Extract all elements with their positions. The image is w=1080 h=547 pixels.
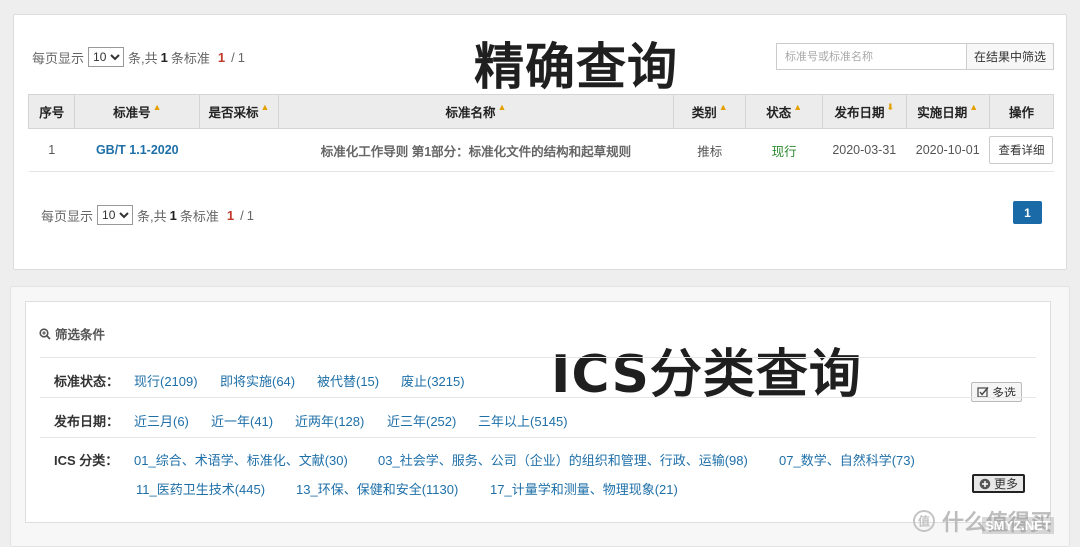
filter-option-status[interactable]: 废止(3215) — [401, 371, 465, 390]
pager-pages: 1 — [237, 49, 245, 65]
filter-heading: 筛选条件 — [39, 324, 105, 343]
col-header-state[interactable]: 状态 ▲ — [745, 94, 824, 129]
exact-query-title: 精确查询 — [474, 38, 678, 96]
pager-top: 每页显示 10 条,共 1 条标准 1 / 1 — [32, 47, 245, 67]
pager-total: 1 — [169, 207, 177, 223]
filter-option-ics[interactable]: 07_数学、自然科学(73) — [779, 450, 915, 469]
watermark-logo-icon: 值 — [913, 510, 935, 532]
filter-option-publish-date[interactable]: 近三月(6) — [134, 411, 189, 430]
cell-std-no-link[interactable]: GB/T 1.1-2020 — [74, 128, 200, 172]
filter-label-publish-date: 发布日期： — [54, 414, 120, 429]
filter-heading-label: 筛选条件 — [55, 328, 106, 342]
pager-total: 1 — [160, 49, 168, 65]
more-button[interactable]: 更多 — [972, 474, 1026, 493]
view-detail-button[interactable]: 查看详细 — [989, 136, 1054, 164]
pager-current: 1 — [226, 207, 235, 223]
filter-option-status[interactable]: 即将实施(64) — [220, 371, 295, 390]
watermark: 值 什么值得买 SMYZ.NET — [912, 505, 1054, 537]
filter-option-publish-date[interactable]: 近三年(252) — [387, 411, 456, 430]
sort-asc-icon: ▲ — [152, 102, 162, 112]
sort-asc-icon: ▲ — [969, 102, 979, 112]
search-input[interactable] — [776, 43, 967, 70]
pager-sep: / — [231, 49, 235, 65]
filter-row-publish-date: 发布日期： 近三月(6) 近一年(41) 近两年(128) 近三年(252) 三… — [40, 397, 1036, 437]
pager-middle: 条,共 — [128, 50, 158, 66]
zoom-search-icon — [39, 327, 51, 340]
cell-publish-date: 2020-03-31 — [822, 128, 907, 172]
table-row: 1 GB/T 1.1-2020 标准化工作导则 第1部分：标准化文件的结构和起草… — [28, 128, 1054, 172]
pager-middle: 条,共 — [137, 208, 167, 224]
pager-suffix: 条标准 — [170, 50, 210, 66]
pager-prefix: 每页显示 — [41, 208, 94, 224]
col-header-category[interactable]: 类别 ▲ — [673, 94, 747, 129]
filter-option-ics[interactable]: 03_社会学、服务、公司（企业）的组织和管理、行政、运输(98) — [378, 450, 748, 469]
pager-suffix: 条标准 — [179, 208, 219, 224]
page-size-select[interactable]: 10 — [88, 47, 125, 67]
ics-query-panel: ICS分类查询 筛选条件 标准状态： 现行(2109) 即将实施(64) 被代替… — [10, 286, 1070, 547]
filter-option-ics[interactable]: 01_综合、术语学、标准化、文献(30) — [134, 450, 348, 469]
pager-pages: 1 — [246, 207, 254, 223]
plus-circle-icon — [979, 478, 991, 489]
col-header-name[interactable]: 标准名称 ▲ — [277, 94, 675, 129]
col-header-action: 操作 — [988, 94, 1055, 129]
sort-asc-icon: ▲ — [260, 102, 270, 112]
table-header-row: 序号 标准号 ▲ 是否采标 ▲ 标准名称 ▲ 类别 ▲ 状态 ▲ 发布日期 ⬇ 实施日期 ▲ … — [27, 94, 1055, 129]
pager-current: 1 — [217, 49, 226, 65]
cell-std-name: 标准化工作导则 第1部分：标准化文件的结构和起草规则 — [278, 128, 674, 172]
cell-impl-date: 2020-10-01 — [906, 128, 990, 172]
cell-action: 查看详细 — [989, 128, 1054, 172]
filter-row-status: 标准状态： 现行(2109) 即将实施(64) 被代替(15) 废止(3215) — [40, 357, 1036, 397]
filter-card: ICS分类查询 筛选条件 标准状态： 现行(2109) 即将实施(64) 被代替… — [25, 301, 1051, 523]
col-header-std-no[interactable]: 标准号 ▲ — [74, 94, 201, 129]
filter-option-ics[interactable]: 17_计量学和测量、物理现象(21) — [490, 479, 678, 498]
sort-asc-icon: ▲ — [793, 102, 803, 112]
pager-bottom: 每页显示 10 条,共 1 条标准 1 / 1 — [41, 205, 254, 225]
watermark-url: SMYZ.NET — [982, 517, 1054, 534]
filter-option-status[interactable]: 现行(2109) — [134, 371, 198, 390]
filter-option-ics[interactable]: 13_环保、保健和安全(1130) — [296, 479, 458, 498]
page-button-1[interactable]: 1 — [1013, 201, 1042, 224]
col-header-index: 序号 — [27, 94, 76, 129]
sort-asc-icon: ▲ — [718, 102, 728, 112]
sort-desc-icon: ⬇ — [886, 102, 895, 112]
standards-table: 序号 标准号 ▲ 是否采标 ▲ 标准名称 ▲ 类别 ▲ 状态 ▲ 发布日期 ⬇ 实施日期 ▲ … — [27, 94, 1055, 172]
cell-index: 1 — [28, 128, 75, 172]
pager-sep: / — [240, 207, 244, 223]
filter-option-publish-date[interactable]: 三年以上(5145) — [478, 411, 568, 430]
col-header-impl-date[interactable]: 实施日期 ▲ — [905, 94, 990, 129]
filter-option-publish-date[interactable]: 近两年(128) — [295, 411, 364, 430]
exact-query-panel: 精确查询 每页显示 10 条,共 1 条标准 1 / 1 在结果中筛选 序号 标… — [13, 14, 1067, 270]
filter-label-status: 标准状态： — [54, 374, 120, 389]
filter-label-ics: ICS 分类： — [54, 453, 119, 468]
cell-adopted — [199, 128, 279, 172]
filter-option-status[interactable]: 被代替(15) — [317, 371, 379, 390]
svg-text:值: 值 — [918, 514, 930, 529]
filter-option-publish-date[interactable]: 近一年(41) — [211, 411, 273, 430]
more-label: 更多 — [994, 477, 1019, 491]
col-header-adopted[interactable]: 是否采标 ▲ — [199, 94, 279, 129]
filter-row-ics: ICS 分类： 01_综合、术语学、标准化、文献(30) 03_社会学、服务、公… — [40, 437, 1036, 503]
col-header-publish-date[interactable]: 发布日期 ⬇ — [822, 94, 907, 129]
page-size-select[interactable]: 10 — [97, 205, 134, 225]
cell-category: 推标 — [673, 128, 746, 172]
sort-asc-icon: ▲ — [497, 102, 507, 112]
filter-in-results-button[interactable]: 在结果中筛选 — [966, 43, 1054, 70]
filter-option-ics[interactable]: 11_医药卫生技术(445) — [136, 479, 265, 498]
pager-prefix: 每页显示 — [32, 50, 85, 66]
cell-state: 现行 — [745, 128, 823, 172]
